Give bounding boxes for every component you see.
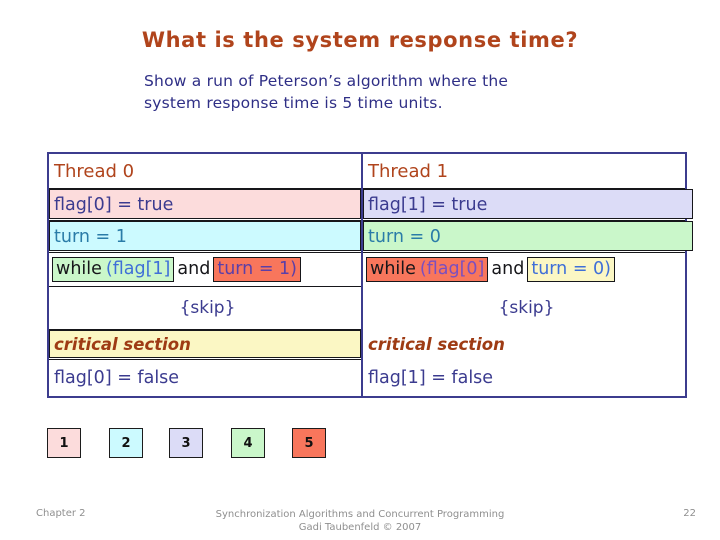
- thread-1-column: Thread 1 flag[1] = true turn = 0 while (f…: [363, 154, 693, 396]
- step-legend: 1 2 3 4 5: [47, 428, 367, 460]
- legend-step-5[interactable]: 5: [292, 428, 326, 458]
- thread-1-while-cond-turn: turn = 0): [527, 257, 616, 282]
- thread-1-while-and: and: [491, 259, 525, 279]
- table-row: critical section: [49, 330, 361, 359]
- table-row: flag[0] = true: [49, 189, 361, 220]
- legend-step-4-label: 4: [243, 435, 253, 451]
- thread-1-turn: turn = 0: [368, 226, 441, 247]
- thread-0-turn: turn = 1: [54, 226, 127, 247]
- thread-1-skip: {skip}: [498, 298, 555, 318]
- legend-step-3[interactable]: 3: [169, 428, 203, 458]
- page-title: What is the system response time?: [141, 28, 579, 52]
- thread-0-while-cond-flag: (flag[1]: [103, 257, 175, 282]
- table-row: {skip}: [363, 287, 685, 329]
- thread-0-skip: {skip}: [179, 298, 236, 318]
- legend-step-1-label: 1: [59, 435, 69, 451]
- footer-page-number: 22: [683, 508, 696, 519]
- table-row: while (flag[1] and turn = 1): [49, 253, 361, 286]
- thread-0-while-and: and: [177, 259, 211, 279]
- thread-1-flag-false: flag[1] = false: [368, 368, 494, 388]
- thread-0-column: Thread 0 flag[0] = true turn = 1 while (f…: [49, 154, 361, 396]
- legend-step-2[interactable]: 2: [109, 428, 143, 458]
- legend-step-4[interactable]: 4: [231, 428, 265, 458]
- thread-1-flag-true: flag[1] = true: [368, 194, 488, 215]
- thread-1-while-keyword: while: [366, 257, 418, 282]
- thread-0-flag-false: flag[0] = false: [54, 368, 180, 388]
- table-row: critical section: [363, 330, 685, 359]
- table-row: turn = 1: [49, 221, 361, 252]
- table-row: Thread 0: [49, 154, 361, 188]
- table-row: flag[0] = false: [49, 360, 361, 396]
- table-row: {skip}: [49, 287, 361, 329]
- thread-0-flag-true: flag[0] = true: [54, 194, 174, 215]
- footer-attribution: Synchronization Algorithms and Concurren…: [215, 509, 505, 533]
- table-row: flag[1] = false: [363, 360, 685, 396]
- legend-step-3-label: 3: [181, 435, 191, 451]
- legend-step-5-label: 5: [304, 435, 314, 451]
- slide-subtitle: Show a run of Peterson’s algorithm where…: [144, 72, 509, 112]
- thread-1-while-cond-flag: (flag[0]: [417, 257, 489, 282]
- thread-0-while-keyword: while: [52, 257, 104, 282]
- legend-step-2-label: 2: [121, 435, 131, 451]
- table-row: while (flag[0] and turn = 0): [363, 253, 685, 286]
- thread-1-critical-section: critical section: [368, 335, 505, 354]
- thread-0-critical-section: critical section: [54, 335, 191, 354]
- table-row: turn = 0: [363, 221, 685, 252]
- thread-1-header: Thread 1: [368, 160, 449, 182]
- thread-0-while-cond-turn: turn = 1): [213, 257, 302, 282]
- legend-step-1[interactable]: 1: [47, 428, 81, 458]
- table-row: flag[1] = true: [363, 189, 685, 220]
- thread-0-header: Thread 0: [54, 160, 135, 182]
- thread-comparison-table: Thread 0 flag[0] = true turn = 1 while (f…: [47, 152, 693, 398]
- table-row: Thread 1: [363, 154, 685, 188]
